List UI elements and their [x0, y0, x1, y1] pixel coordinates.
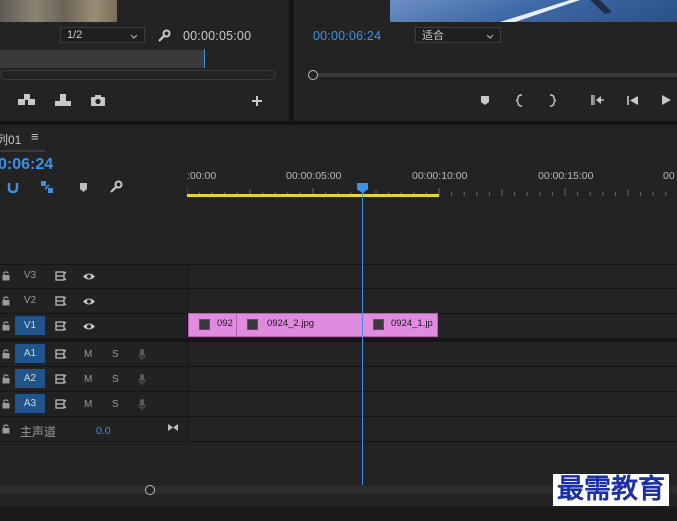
source-resolution-value: 1/2: [67, 29, 83, 41]
clip-thumbnail-icon: [247, 319, 258, 330]
mute-button[interactable]: M: [84, 399, 92, 410]
source-zoom-scrollbar[interactable]: [0, 70, 276, 80]
timeline-playhead-timecode[interactable]: 0:06:24: [0, 156, 53, 174]
program-zoom-handle[interactable]: [308, 70, 318, 80]
playhead-line[interactable]: [362, 193, 363, 485]
source-scrub-bar[interactable]: [0, 50, 204, 68]
mute-button[interactable]: M: [84, 374, 92, 385]
sync-lock-icon[interactable]: [53, 268, 69, 284]
overwrite-icon[interactable]: [52, 92, 74, 108]
master-track-label: 主声道: [20, 425, 57, 439]
source-video-preview: [0, 0, 117, 22]
microphone-icon[interactable]: [135, 396, 149, 412]
ruler-label: 00:00:05:00: [286, 170, 342, 182]
lock-icon[interactable]: [0, 371, 12, 387]
insert-icon[interactable]: [16, 92, 38, 108]
mute-button[interactable]: M: [84, 349, 92, 360]
track-header-border: [187, 264, 188, 442]
lock-icon[interactable]: [0, 318, 12, 334]
clip-0924-1[interactable]: 0924_1.jp: [362, 313, 438, 337]
lock-icon[interactable]: [0, 346, 12, 362]
marker-icon[interactable]: [477, 92, 493, 108]
source-timecode: 00:00:05:00: [183, 29, 252, 43]
mark-in-icon[interactable]: [512, 92, 528, 108]
play-icon[interactable]: [658, 92, 674, 108]
sync-lock-icon[interactable]: [53, 293, 69, 309]
chevron-down-icon: [486, 31, 494, 43]
track-row-v3: [0, 264, 677, 289]
clip-thumbnail-icon: [199, 319, 210, 330]
go-to-in-icon[interactable]: [588, 92, 606, 108]
linked-selection-icon[interactable]: [39, 179, 55, 195]
track-label-v2[interactable]: V2: [15, 291, 45, 310]
clip-name: 0924_1.jp: [391, 318, 433, 329]
track-label-v3[interactable]: V3: [15, 266, 45, 285]
program-scrub-track[interactable]: [308, 73, 677, 77]
program-video-preview: [390, 0, 677, 22]
eye-icon[interactable]: [80, 268, 98, 284]
sync-lock-icon[interactable]: [53, 318, 69, 334]
lock-icon[interactable]: [0, 421, 12, 437]
ruler-label: :00:00: [187, 170, 217, 182]
master-volume-value[interactable]: 0.0: [96, 425, 111, 437]
sync-lock-icon[interactable]: [53, 371, 69, 387]
step-back-icon[interactable]: [623, 92, 641, 108]
solo-button[interactable]: S: [112, 349, 119, 360]
wrench-icon[interactable]: [155, 27, 173, 45]
timeline-tab-title[interactable]: 列01: [0, 131, 21, 148]
sync-lock-icon[interactable]: [53, 396, 69, 412]
mark-out-icon[interactable]: [544, 92, 560, 108]
track-row-v2: [0, 289, 677, 314]
track-label-a2[interactable]: A2: [15, 369, 45, 388]
track-label-a3[interactable]: A3: [15, 394, 45, 413]
eye-icon[interactable]: [80, 318, 98, 334]
program-fit-value: 适合: [422, 30, 444, 42]
ruler-label: 00:00:15:00: [538, 170, 594, 182]
program-timecode: 00:00:06:24: [313, 29, 382, 43]
clip-0924-2[interactable]: 0924_2.jpg: [236, 313, 363, 337]
microphone-icon[interactable]: [135, 346, 149, 362]
clip-0924-3[interactable]: 092: [188, 313, 237, 337]
clip-name: 0924_2.jpg: [267, 318, 315, 329]
solo-button[interactable]: S: [112, 399, 119, 410]
lock-icon[interactable]: [0, 293, 12, 309]
watermark-logo: 最需教育: [553, 474, 669, 506]
timeline-zoom-handle[interactable]: [145, 485, 155, 495]
tab-underline: [0, 150, 45, 152]
work-area-bar[interactable]: [187, 194, 439, 197]
track-label-a1[interactable]: A1: [15, 344, 45, 363]
lock-icon[interactable]: [0, 396, 12, 412]
source-playhead-marker[interactable]: [204, 49, 205, 68]
clip-name: 092: [217, 318, 233, 329]
go-to-out-icon[interactable]: [165, 420, 181, 434]
timeline-settings-wrench-icon[interactable]: [108, 179, 124, 195]
sync-lock-icon[interactable]: [53, 346, 69, 362]
microphone-icon[interactable]: [135, 371, 149, 387]
lock-icon[interactable]: [0, 268, 12, 284]
track-row-a1: [0, 342, 677, 367]
add-marker-icon[interactable]: [75, 179, 91, 195]
source-monitor: 1/2 00:00:05:00: [0, 0, 289, 121]
source-resolution-select[interactable]: 1/2: [60, 27, 145, 43]
solo-button[interactable]: S: [112, 374, 119, 385]
ruler-label: 00:00:10:00: [412, 170, 468, 182]
track-row-a2: [0, 367, 677, 392]
camera-icon[interactable]: [88, 92, 108, 108]
snap-magnet-icon[interactable]: [5, 179, 21, 195]
add-button-icon[interactable]: [248, 93, 266, 109]
eye-icon[interactable]: [80, 293, 98, 309]
ruler-label: 00: [663, 170, 675, 182]
clip-thumbnail-icon: [373, 319, 384, 330]
track-label-v1[interactable]: V1: [15, 316, 45, 335]
status-bar: [0, 507, 677, 521]
panel-menu-icon[interactable]: ≡: [31, 129, 39, 144]
track-row-a3: [0, 392, 677, 417]
chevron-down-icon: [130, 31, 138, 43]
program-fit-select[interactable]: 适合: [415, 27, 501, 43]
program-monitor: 00:00:06:24 适合: [294, 0, 677, 121]
